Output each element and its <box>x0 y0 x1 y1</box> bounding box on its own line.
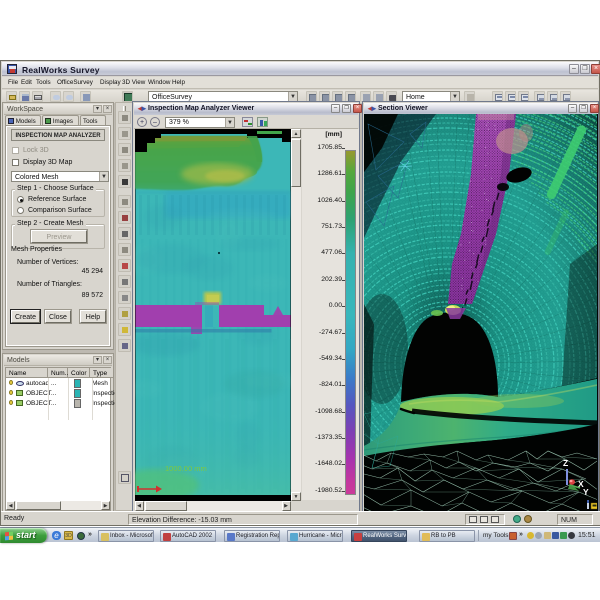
svg-text:1000.00 mm: 1000.00 mm <box>165 464 207 473</box>
svg-text:Y: Y <box>583 487 589 497</box>
svg-text:Z: Z <box>563 458 568 468</box>
